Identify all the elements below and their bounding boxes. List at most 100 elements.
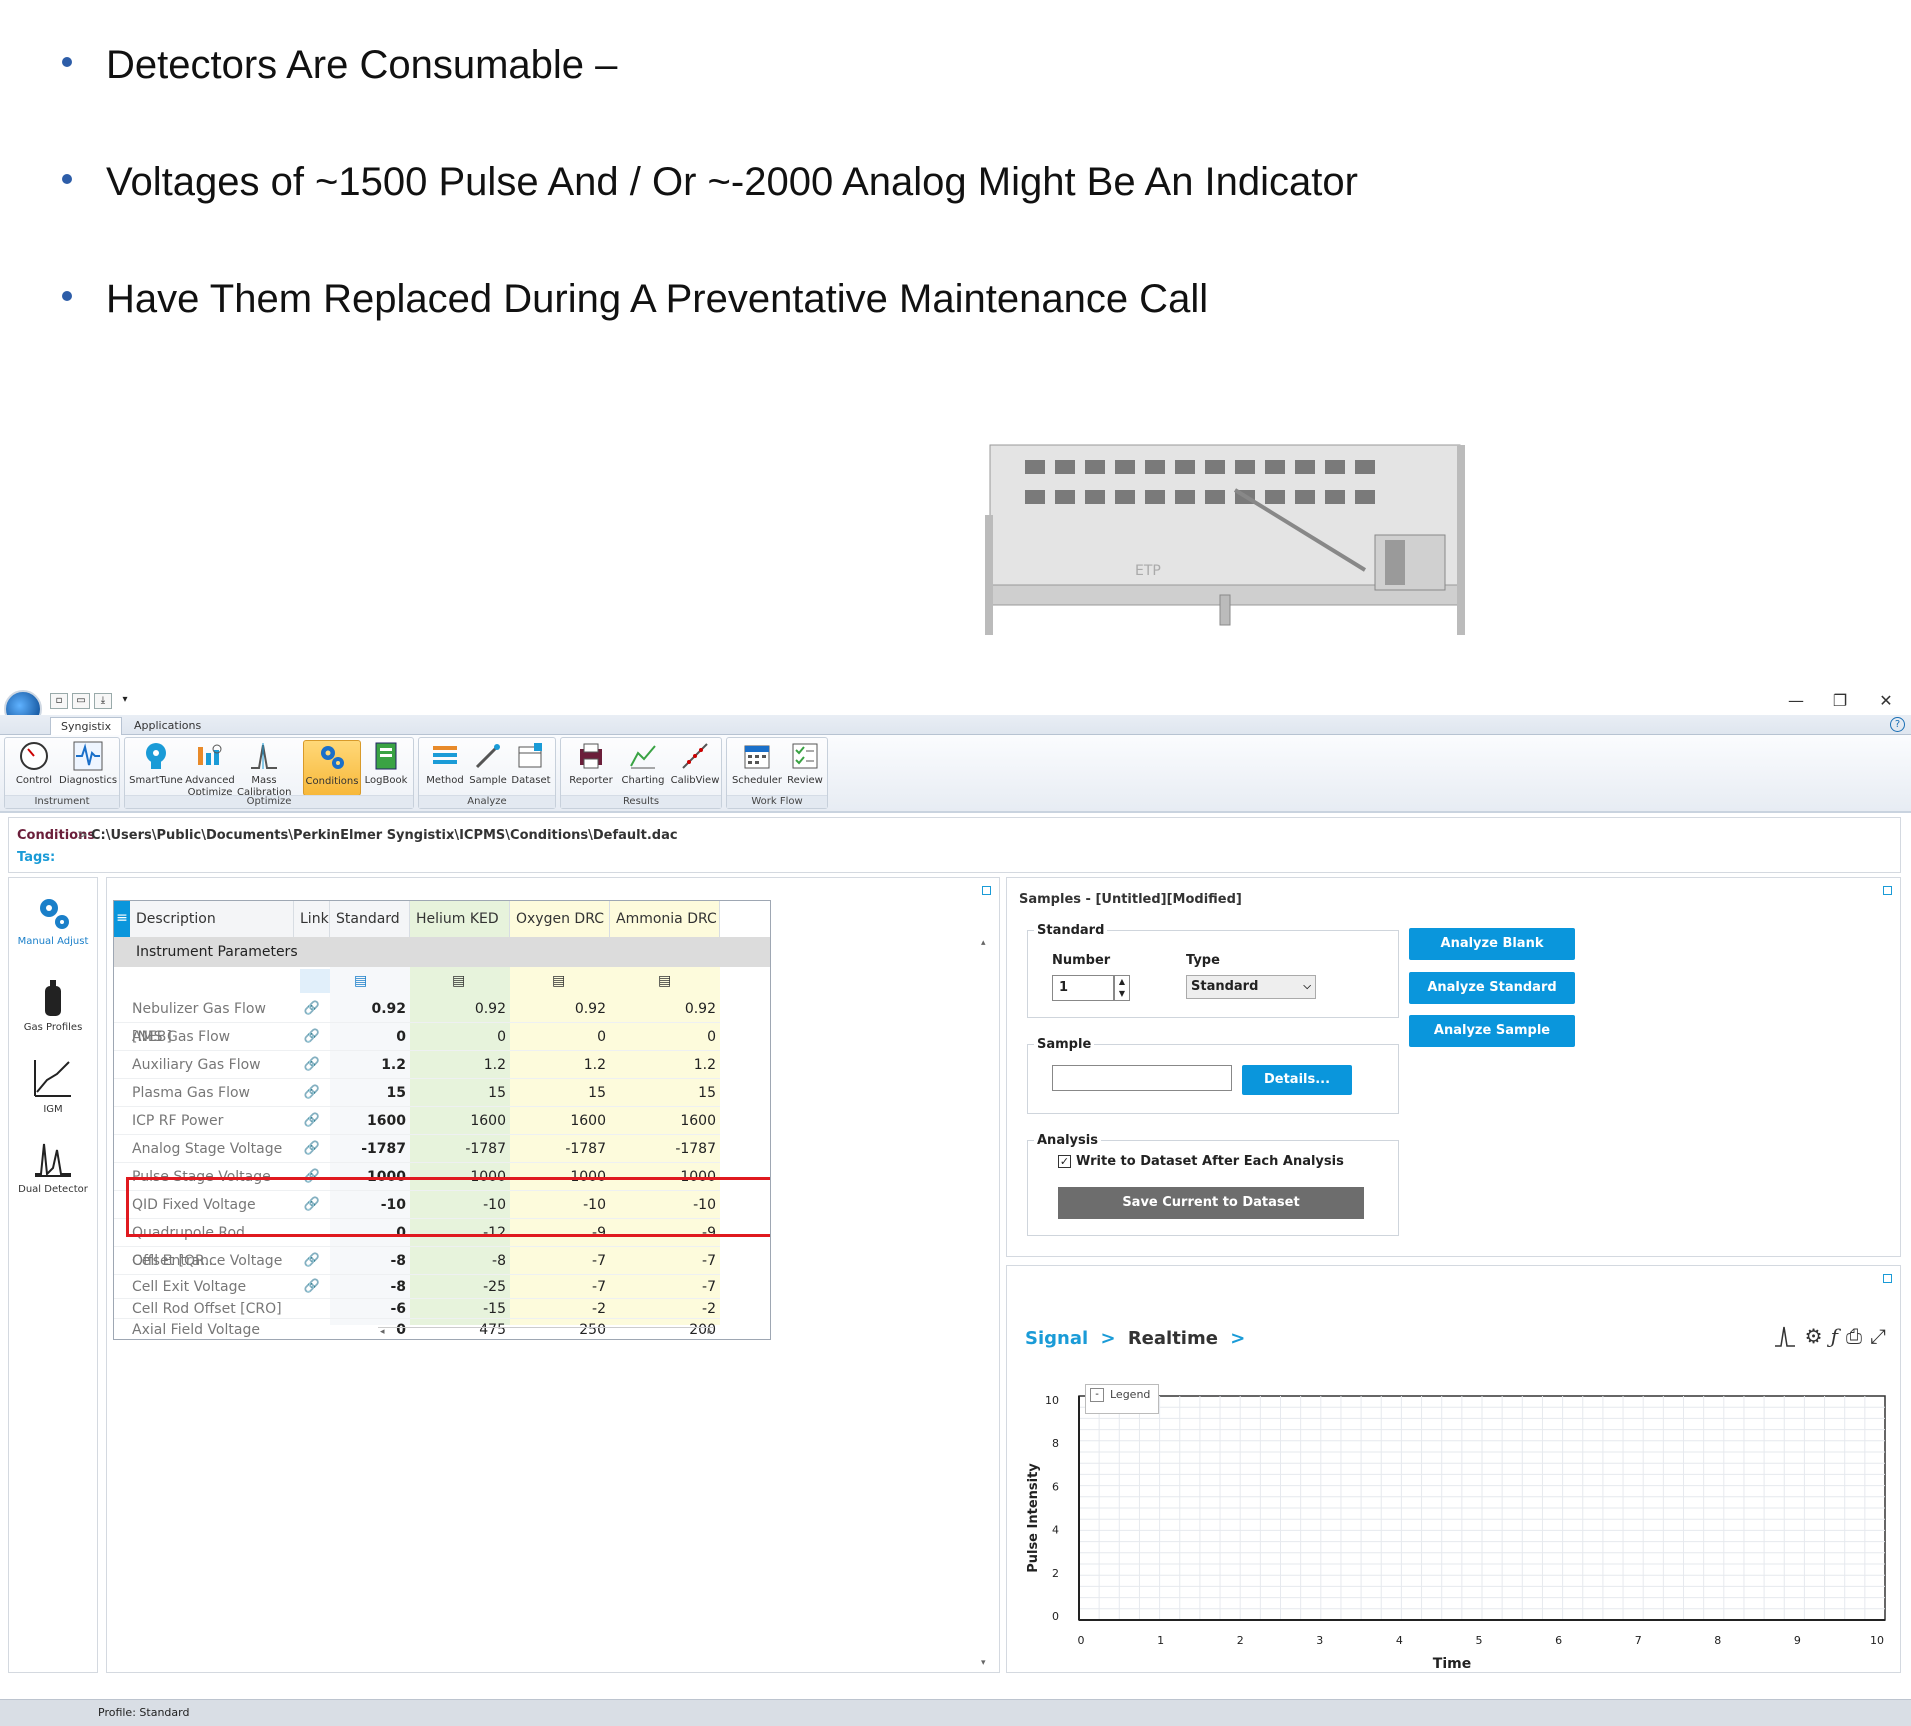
signal-crumb[interactable]: Signal (1025, 1328, 1088, 1349)
standard-value[interactable]: 1.2 (330, 1051, 410, 1078)
oxygen-value[interactable]: -7 (510, 1275, 610, 1298)
ammonia-value[interactable]: 1.2 (610, 1051, 720, 1078)
standard-value[interactable]: -8 (330, 1275, 410, 1298)
legend-toggle[interactable]: - (1090, 1388, 1104, 1402)
link-icon[interactable]: 🔗 (294, 995, 330, 1022)
profile-icon[interactable]: ▤ (452, 973, 465, 989)
profile-icon[interactable]: ▤ (354, 973, 367, 989)
ammonia-value[interactable]: 0.92 (610, 995, 720, 1022)
sample-button[interactable]: Sample (467, 740, 509, 787)
logbook-button[interactable]: LogBook (361, 740, 411, 787)
section-header[interactable]: Instrument Parameters (114, 937, 770, 967)
helium-value[interactable]: -15 (410, 1299, 510, 1318)
ammonia-value[interactable]: 15 (610, 1079, 720, 1106)
ammonia-value[interactable]: -7 (610, 1275, 720, 1298)
helium-value[interactable]: -25 (410, 1275, 510, 1298)
restore-button[interactable]: ❐ (1820, 689, 1860, 713)
analyze-standard-button[interactable]: Analyze Standard (1409, 972, 1575, 1004)
ammonia-value[interactable]: -2 (610, 1299, 720, 1318)
standard-value[interactable]: -1787 (330, 1135, 410, 1162)
mass-calibration-button[interactable]: Mass Calibration (237, 740, 291, 799)
save-to-dataset-button[interactable]: Save Current to Dataset (1058, 1187, 1364, 1219)
helium-value[interactable]: 1600 (410, 1107, 510, 1134)
calibview-button[interactable]: CalibView (669, 740, 721, 787)
scroll-left-icon[interactable]: ◂ (380, 1327, 385, 1337)
new-file-icon[interactable]: ▫ (50, 693, 68, 709)
header-standard[interactable]: Standard (330, 901, 410, 937)
standard-value[interactable]: -8 (330, 1247, 410, 1274)
link-icon[interactable]: 🔗 (294, 1107, 330, 1134)
qat-dropdown-icon[interactable]: ▾ (116, 693, 134, 709)
ammonia-value[interactable]: 1600 (610, 1107, 720, 1134)
vertical-scrollbar[interactable]: ▴ ▾ (979, 938, 991, 1668)
scroll-right-icon[interactable]: ▸ (707, 1327, 712, 1337)
analyze-sample-button[interactable]: Analyze Sample (1409, 1015, 1575, 1047)
conditions-button[interactable]: Conditions (303, 740, 361, 796)
helium-value[interactable]: -8 (410, 1247, 510, 1274)
oxygen-value[interactable]: 0 (510, 1023, 610, 1050)
link-icon[interactable]: 🔗 (294, 1247, 330, 1274)
table-row[interactable]: AMS Gas Flow 🔗 0 0 0 0 (114, 1023, 720, 1051)
table-row[interactable]: Auxiliary Gas Flow 🔗 1.2 1.2 1.2 1.2 (114, 1051, 720, 1079)
nav-dual-detector[interactable]: Dual Detector (9, 1138, 97, 1196)
table-row[interactable]: ICP RF Power 🔗 1600 1600 1600 1600 (114, 1107, 720, 1135)
header-description[interactable]: Description (130, 901, 294, 937)
table-row[interactable]: Analog Stage Voltage 🔗 -1787 -1787 -1787 -178… (114, 1135, 720, 1163)
reporter-button[interactable]: Reporter (565, 740, 617, 787)
type-select[interactable]: Standard ⌵ (1186, 975, 1316, 999)
review-button[interactable]: Review (783, 740, 827, 787)
method-button[interactable]: Method (423, 740, 467, 787)
table-row[interactable]: Cell Exit Voltage 🔗 -8 -25 -7 -7 (114, 1275, 720, 1299)
conditions-grid[interactable]: ≡ Description Link Standard Helium KED O… (113, 900, 771, 1340)
expand-icon[interactable]: ⤢ (1870, 1324, 1886, 1353)
tags-label[interactable]: Tags: (17, 850, 55, 865)
realtime-crumb[interactable]: Realtime (1128, 1328, 1218, 1349)
maximize-panel-icon[interactable] (982, 886, 991, 895)
header-link[interactable]: Link (294, 901, 330, 937)
ammonia-value[interactable]: 0 (610, 1023, 720, 1050)
profile-icon[interactable]: ▤ (552, 973, 565, 989)
table-row[interactable]: Nebulizer Gas Flow [NEB] 🔗 0.92 0.92 0.92 0.9… (114, 995, 720, 1045)
helium-value[interactable]: 1.2 (410, 1051, 510, 1078)
dataset-button[interactable]: Dataset (509, 740, 553, 787)
ammonia-value[interactable]: -1787 (610, 1135, 720, 1162)
charting-button[interactable]: Charting (617, 740, 669, 787)
number-stepper[interactable]: ▲ ▼ (1114, 975, 1130, 1001)
oxygen-value[interactable]: 1.2 (510, 1051, 610, 1078)
standard-value[interactable]: -6 (330, 1299, 410, 1318)
helium-value[interactable]: 0 (410, 1023, 510, 1050)
ammonia-value[interactable]: -7 (610, 1247, 720, 1274)
scroll-down-icon[interactable]: ▾ (981, 1658, 986, 1668)
peak-shape-icon[interactable] (1773, 1324, 1797, 1353)
nav-igm[interactable]: IGM (9, 1058, 97, 1116)
horizontal-scrollbar[interactable]: ◂ ▸ (378, 1327, 714, 1339)
analyze-blank-button[interactable]: Analyze Blank (1409, 928, 1575, 960)
details-button[interactable]: Details... (1242, 1065, 1352, 1095)
number-input[interactable]: 1 (1052, 975, 1114, 1001)
oxygen-value[interactable]: -2 (510, 1299, 610, 1318)
function-icon[interactable]: ƒ (1831, 1324, 1838, 1353)
oxygen-value[interactable]: 1600 (510, 1107, 610, 1134)
sample-input[interactable] (1052, 1065, 1232, 1091)
standard-value[interactable]: 0 (330, 1023, 410, 1050)
oxygen-value[interactable]: -1787 (510, 1135, 610, 1162)
legend-box[interactable]: - Legend (1085, 1384, 1159, 1414)
header-ammonia-drc[interactable]: Ammonia DRC (610, 901, 720, 937)
help-icon[interactable]: ? (1890, 717, 1905, 732)
oxygen-value[interactable]: -7 (510, 1247, 610, 1274)
link-icon[interactable]: 🔗 (294, 1051, 330, 1078)
link-icon[interactable] (294, 1299, 330, 1318)
profile-icon[interactable]: ▤ (658, 973, 671, 989)
nav-gas-profiles[interactable]: Gas Profiles (9, 978, 97, 1034)
standard-value[interactable]: 1600 (330, 1107, 410, 1134)
standard-value[interactable]: 15 (330, 1079, 410, 1106)
gear-icon[interactable]: ⚙ (1805, 1324, 1823, 1353)
maximize-panel-icon[interactable] (1883, 886, 1892, 895)
helium-value[interactable]: 0.92 (410, 995, 510, 1022)
header-helium-ked[interactable]: Helium KED (410, 901, 510, 937)
table-row[interactable]: Cell Entrance Voltage 🔗 -8 -8 -7 -7 (114, 1247, 720, 1275)
open-folder-icon[interactable]: ▭ (72, 693, 90, 709)
scroll-up-icon[interactable]: ▴ (981, 938, 986, 948)
scheduler-button[interactable]: Scheduler (731, 740, 783, 787)
standard-value[interactable]: 0.92 (330, 995, 410, 1022)
